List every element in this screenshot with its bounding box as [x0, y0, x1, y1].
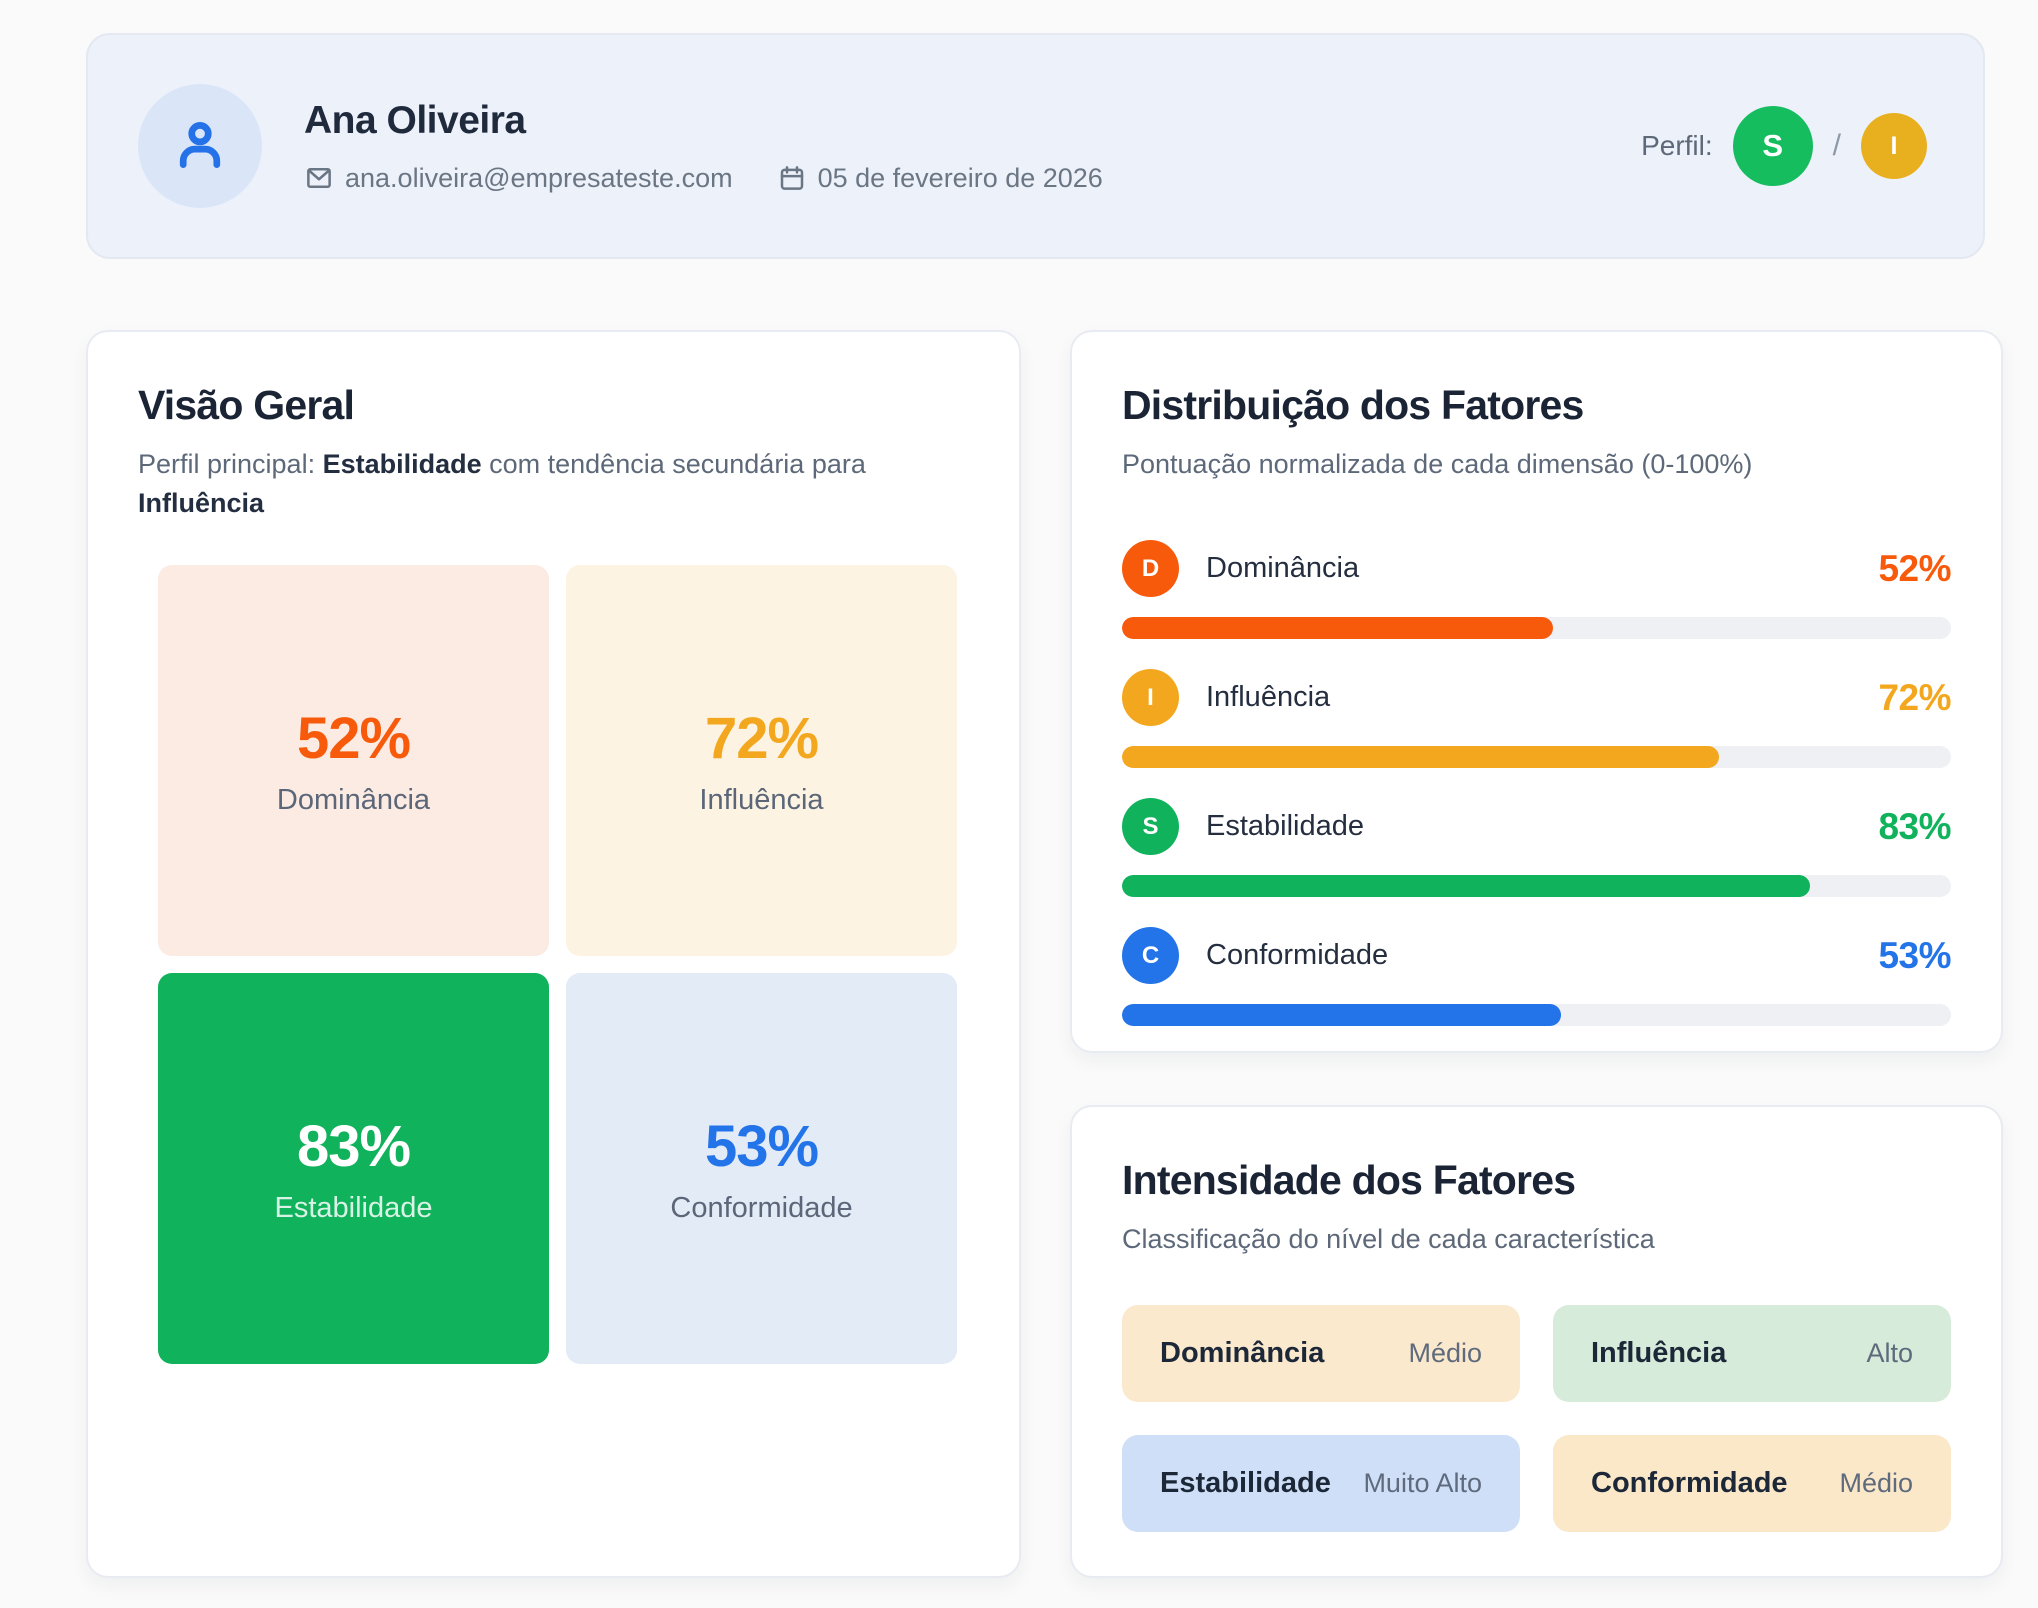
- factor-row-head: C Conformidade 53%: [1122, 927, 1951, 984]
- intensity-grid: Dominância Médio Influência Alto Estabil…: [1122, 1305, 1951, 1532]
- quadrant-label: Influência: [699, 784, 823, 817]
- factor-bar-track: [1122, 617, 1951, 639]
- factor-label: Dominância: [1206, 552, 1359, 585]
- profile-header-card: Ana Oliveira ana.oliveira@empresateste.c…: [86, 33, 1985, 259]
- intensity-subtitle: Classificação do nível de cada caracterí…: [1122, 1220, 1951, 1259]
- profile-separator: /: [1833, 129, 1841, 163]
- factor-badge-s: S: [1122, 798, 1179, 855]
- intensity-badge-level: Alto: [1866, 1338, 1913, 1369]
- quadrant-value: 53%: [705, 1113, 818, 1180]
- quadrant-influencia: 72% Influência: [566, 565, 957, 956]
- factor-bar-track: [1122, 1004, 1951, 1026]
- overview-card: Visão Geral Perfil principal: Estabilida…: [86, 330, 1021, 1578]
- intensity-badge-influencia: Influência Alto: [1553, 1305, 1951, 1402]
- factor-value: 53%: [1878, 935, 1951, 977]
- quadrant-estabilidade: 83% Estabilidade: [158, 973, 549, 1364]
- factor-badge-i: I: [1122, 669, 1179, 726]
- profile-label: Perfil:: [1641, 130, 1713, 162]
- factor-rows: D Dominância 52% I Influência 72% S Esta…: [1122, 540, 1951, 1026]
- factor-bar-fill: [1122, 1004, 1561, 1026]
- factor-row-head: S Estabilidade 83%: [1122, 798, 1951, 855]
- factor-badge-d: D: [1122, 540, 1179, 597]
- overview-secondary-profile: Influência: [138, 488, 264, 518]
- intensity-badge-label: Estabilidade: [1160, 1467, 1331, 1500]
- factor-bar-track: [1122, 746, 1951, 768]
- factor-label: Conformidade: [1206, 939, 1388, 972]
- factor-bar-fill: [1122, 875, 1810, 897]
- intensity-badge-level: Médio: [1839, 1468, 1913, 1499]
- intensity-badge-dominancia: Dominância Médio: [1122, 1305, 1520, 1402]
- intensity-card: Intensidade dos Fatores Classificação do…: [1070, 1105, 2003, 1578]
- quadrant-grid: 52% Dominância 72% Influência 83% Estabi…: [158, 565, 957, 1364]
- user-name: Ana Oliveira: [304, 99, 1103, 143]
- intensity-title: Intensidade dos Fatores: [1122, 1157, 1951, 1204]
- person-icon: [169, 113, 231, 180]
- factor-label: Estabilidade: [1206, 810, 1364, 843]
- email-item: ana.oliveira@empresateste.com: [304, 163, 733, 194]
- intensity-badge-estabilidade: Estabilidade Muito Alto: [1122, 1435, 1520, 1532]
- factor-value: 83%: [1878, 806, 1951, 848]
- overview-subtitle: Perfil principal: Estabilidade com tendê…: [138, 445, 969, 523]
- overview-primary-profile: Estabilidade: [323, 449, 482, 479]
- factor-value: 72%: [1878, 677, 1951, 719]
- quadrant-value: 52%: [297, 705, 410, 772]
- overview-title: Visão Geral: [138, 382, 969, 429]
- factor-row-conformidade: C Conformidade 53%: [1122, 927, 1951, 1026]
- intensity-badge-label: Dominância: [1160, 1337, 1324, 1370]
- user-info: Ana Oliveira ana.oliveira@empresateste.c…: [304, 99, 1103, 194]
- intensity-badge-label: Influência: [1591, 1337, 1726, 1370]
- primary-profile-badge: S: [1733, 106, 1813, 186]
- factor-bar-fill: [1122, 617, 1553, 639]
- factor-bar-track: [1122, 875, 1951, 897]
- intensity-badge-label: Conformidade: [1591, 1467, 1788, 1500]
- intensity-badge-level: Médio: [1408, 1338, 1482, 1369]
- quadrant-dominancia: 52% Dominância: [158, 565, 549, 956]
- quadrant-label: Dominância: [277, 784, 430, 817]
- factor-bar-fill: [1122, 746, 1719, 768]
- distribution-title: Distribuição dos Fatores: [1122, 382, 1951, 429]
- mail-icon: [304, 163, 334, 193]
- factor-row-influencia: I Influência 72%: [1122, 669, 1951, 768]
- secondary-profile-badge: I: [1861, 113, 1927, 179]
- quadrant-conformidade: 53% Conformidade: [566, 973, 957, 1364]
- profile-badges-group: Perfil: S / I: [1641, 106, 1927, 186]
- quadrant-value: 72%: [705, 705, 818, 772]
- calendar-icon: [777, 163, 807, 193]
- quadrant-value: 83%: [297, 1113, 410, 1180]
- factor-label: Influência: [1206, 681, 1330, 714]
- quadrant-label: Estabilidade: [275, 1192, 433, 1225]
- email-text: ana.oliveira@empresateste.com: [345, 163, 733, 194]
- factor-row-estabilidade: S Estabilidade 83%: [1122, 798, 1951, 897]
- factor-badge-c: C: [1122, 927, 1179, 984]
- intensity-badge-level: Muito Alto: [1363, 1468, 1482, 1499]
- factor-row-head: I Influência 72%: [1122, 669, 1951, 726]
- factor-row-head: D Dominância 52%: [1122, 540, 1951, 597]
- intensity-badge-conformidade: Conformidade Médio: [1553, 1435, 1951, 1532]
- overview-subtitle-prefix: Perfil principal:: [138, 449, 323, 479]
- quadrant-label: Conformidade: [670, 1192, 852, 1225]
- date-item: 05 de fevereiro de 2026: [777, 163, 1103, 194]
- avatar: [138, 84, 262, 208]
- date-text: 05 de fevereiro de 2026: [818, 163, 1103, 194]
- overview-subtitle-middle: com tendência secundária para: [482, 449, 866, 479]
- distribution-card: Distribuição dos Fatores Pontuação norma…: [1070, 330, 2003, 1053]
- factor-value: 52%: [1878, 548, 1951, 590]
- factor-row-dominancia: D Dominância 52%: [1122, 540, 1951, 639]
- user-meta-row: ana.oliveira@empresateste.com 05 de feve…: [304, 163, 1103, 194]
- distribution-subtitle: Pontuação normalizada de cada dimensão (…: [1122, 445, 1951, 484]
